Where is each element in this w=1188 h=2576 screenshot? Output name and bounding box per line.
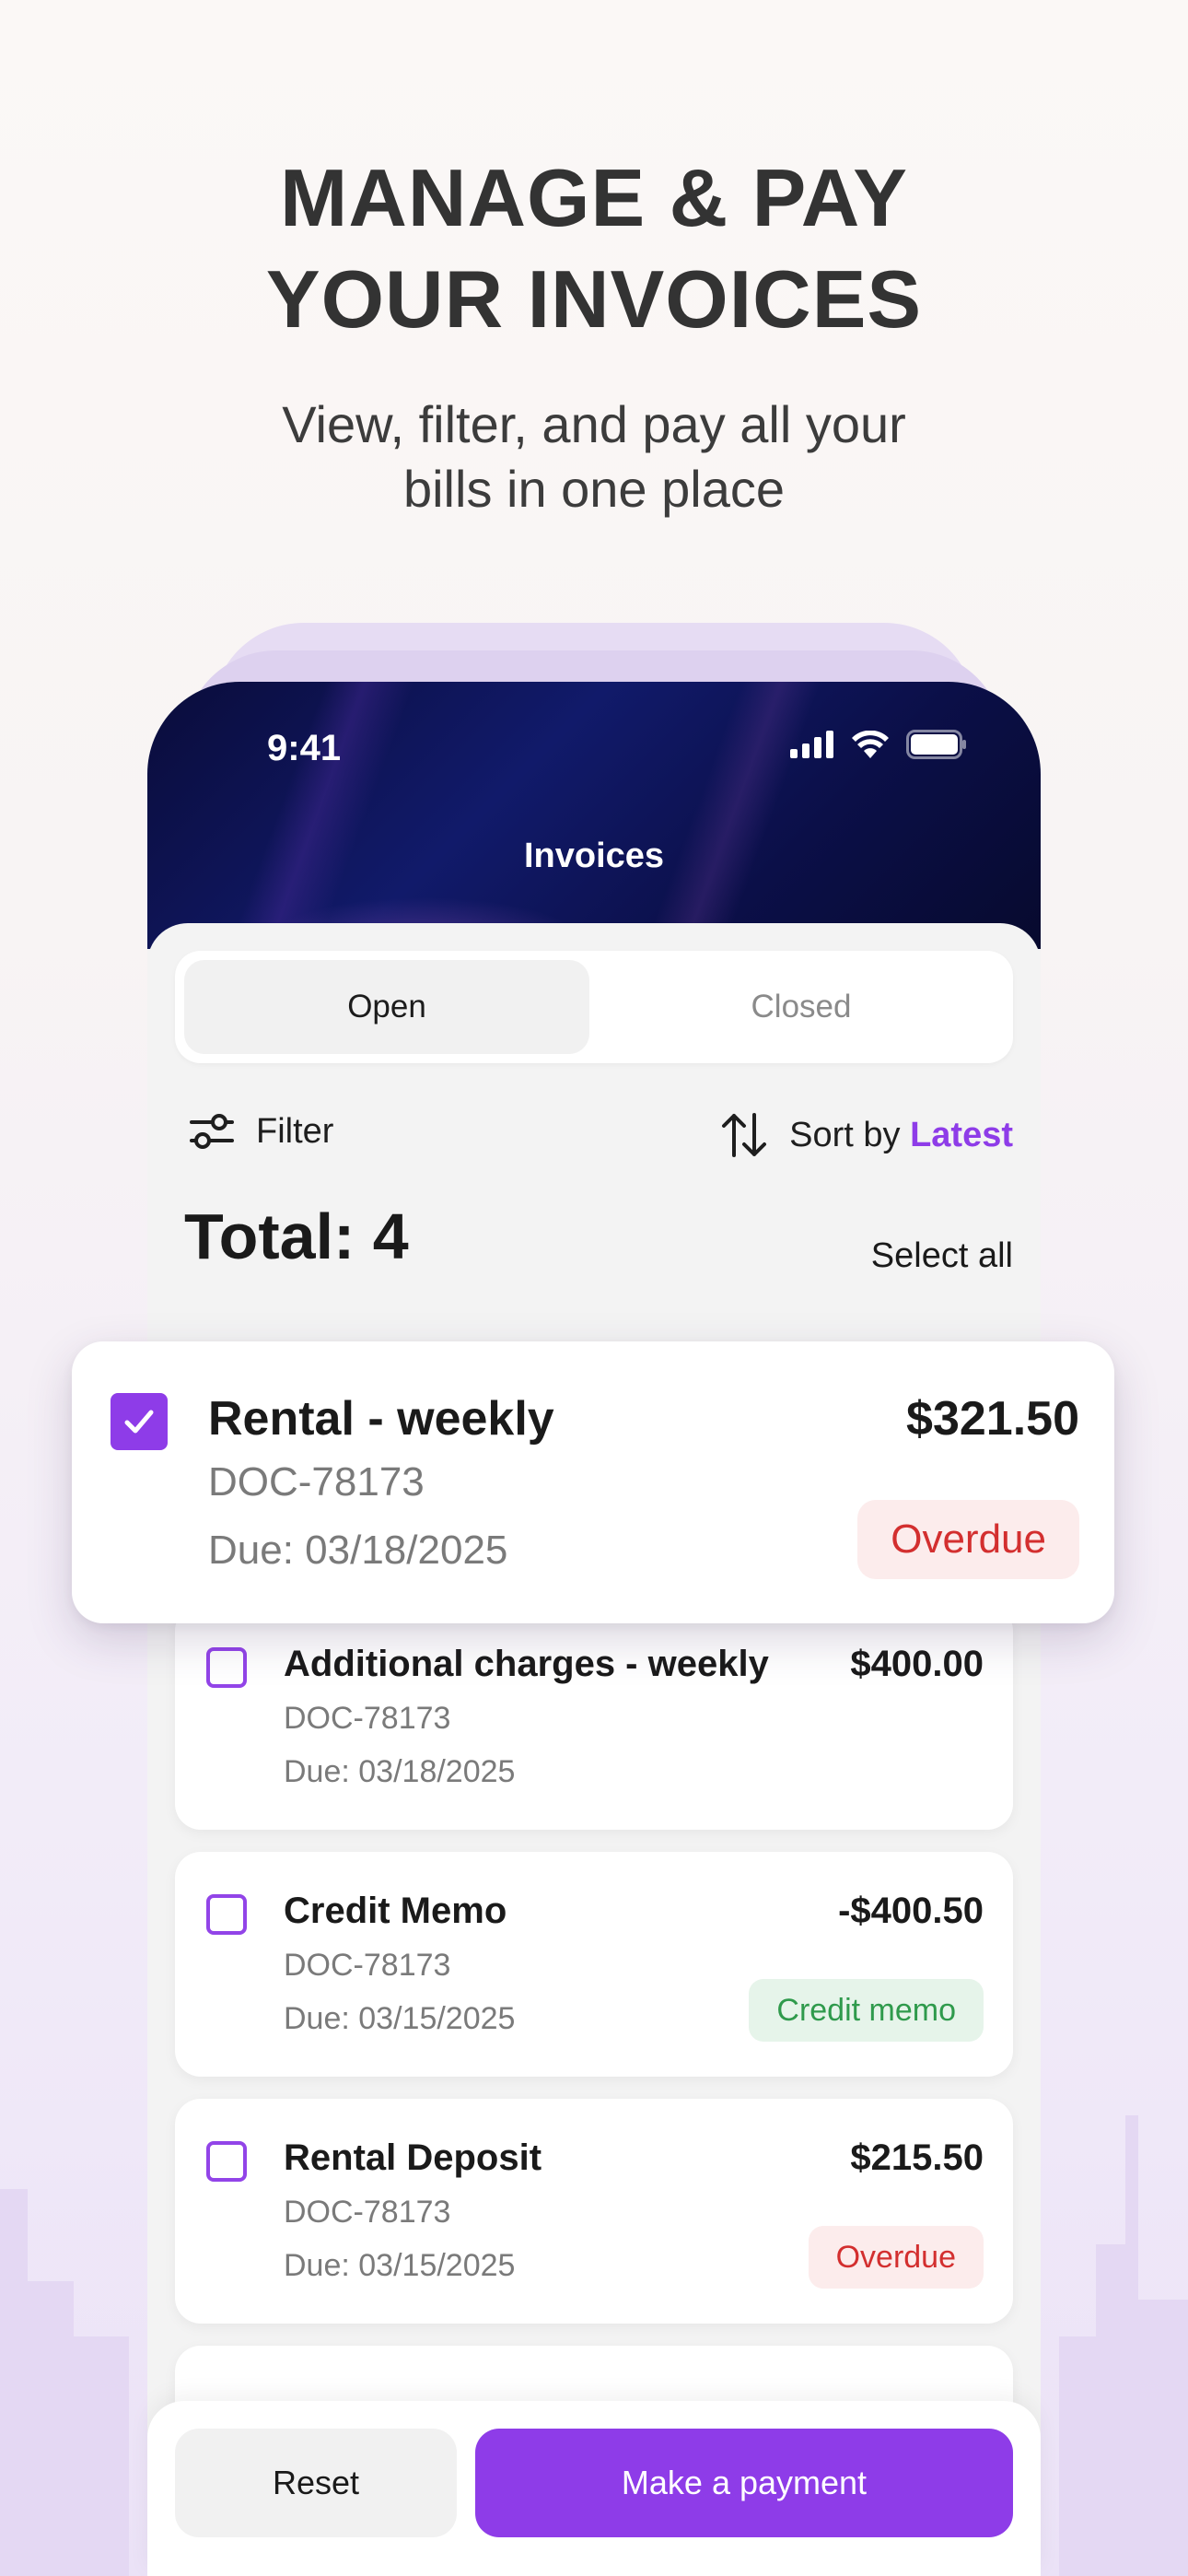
hero-subline-line1: View, filter, and pay all your xyxy=(282,395,906,453)
phone-frame: 9:41 Invoices Open Closed Filter Sort by… xyxy=(147,682,1041,2576)
sort-prefix: Sort by xyxy=(789,1115,901,1154)
invoice-due-date: Due: 03/15/2025 xyxy=(284,2001,516,2036)
invoice-due-date: Due: 03/15/2025 xyxy=(284,2248,516,2283)
checkbox-icon[interactable] xyxy=(206,1894,247,1935)
sort-button[interactable]: Sort by Latest xyxy=(719,1111,1013,1159)
invoice-card[interactable]: Rental Deposit DOC-78173 Due: 03/15/2025… xyxy=(175,2099,1013,2324)
invoice-doc-number: DOC-78173 xyxy=(284,1948,451,1983)
invoice-total: Total: 4 xyxy=(184,1200,409,1272)
invoice-title: Credit Memo xyxy=(284,1891,507,1931)
filter-button[interactable]: Filter xyxy=(188,1111,333,1152)
hero-subline: View, filter, and pay all your bills in … xyxy=(184,392,1004,521)
reset-button[interactable]: Reset xyxy=(175,2429,457,2537)
invoice-amount: -$400.50 xyxy=(838,1891,984,1931)
invoice-due-date: Due: 03/18/2025 xyxy=(208,1528,508,1573)
invoice-title: Rental - weekly xyxy=(208,1392,554,1446)
hero-headline: MANAGE & PAY YOUR INVOICES xyxy=(0,147,1188,350)
hero-subline-line2: bills in one place xyxy=(402,460,786,518)
make-payment-button[interactable]: Make a payment xyxy=(475,2429,1013,2537)
checkmark-icon xyxy=(124,1410,154,1434)
checkbox-icon[interactable] xyxy=(206,2141,247,2182)
battery-icon xyxy=(906,730,966,759)
invoice-amount: $400.00 xyxy=(850,1644,984,1684)
status-badge: Credit memo xyxy=(749,1979,984,2042)
invoice-title: Rental Deposit xyxy=(284,2137,542,2178)
invoice-doc-number: DOC-78173 xyxy=(208,1459,425,1505)
sort-value: Latest xyxy=(910,1115,1013,1154)
status-badge: Overdue xyxy=(808,2226,984,2289)
checkbox-checked-icon[interactable] xyxy=(111,1393,168,1450)
invoice-card[interactable]: Credit Memo DOC-78173 Due: 03/15/2025 -$… xyxy=(175,1852,1013,2077)
select-all-button[interactable]: Select all xyxy=(871,1236,1013,1276)
status-tabs: Open Closed xyxy=(175,951,1013,1063)
sort-label: Sort by Latest xyxy=(789,1116,1013,1155)
filter-label: Filter xyxy=(256,1111,334,1151)
app-header: 9:41 Invoices xyxy=(147,682,1041,949)
invoice-amount: $215.50 xyxy=(850,2137,984,2178)
tab-closed[interactable]: Closed xyxy=(599,960,1004,1054)
invoice-due-date: Due: 03/18/2025 xyxy=(284,1754,516,1789)
signal-icon xyxy=(790,731,833,758)
wifi-icon xyxy=(852,731,889,758)
selected-invoice-card[interactable]: Rental - weekly DOC-78173 Due: 03/18/202… xyxy=(72,1341,1114,1623)
status-icons xyxy=(790,730,967,759)
filter-icon xyxy=(190,1114,234,1149)
tab-open[interactable]: Open xyxy=(184,960,589,1054)
invoice-content: Open Closed Filter Sort by Latest Total:… xyxy=(147,923,1041,2576)
hero-headline-line1: MANAGE & PAY xyxy=(280,152,908,243)
invoice-amount: $321.50 xyxy=(906,1392,1079,1446)
page-title: Invoices xyxy=(523,837,665,875)
invoice-doc-number: DOC-78173 xyxy=(284,2195,451,2230)
bottom-action-bar: Reset Make a payment xyxy=(147,2401,1041,2576)
checkbox-icon[interactable] xyxy=(206,1647,247,1688)
status-time: 9:41 xyxy=(267,728,342,768)
invoice-title: Additional charges - weekly xyxy=(284,1644,769,1684)
invoice-doc-number: DOC-78173 xyxy=(284,1701,451,1736)
status-badge: Overdue xyxy=(857,1500,1079,1579)
sort-icon xyxy=(722,1113,767,1157)
hero-headline-line2: YOUR INVOICES xyxy=(265,253,923,345)
invoice-card[interactable]: Additional charges - weekly DOC-78173 Du… xyxy=(175,1605,1013,1830)
